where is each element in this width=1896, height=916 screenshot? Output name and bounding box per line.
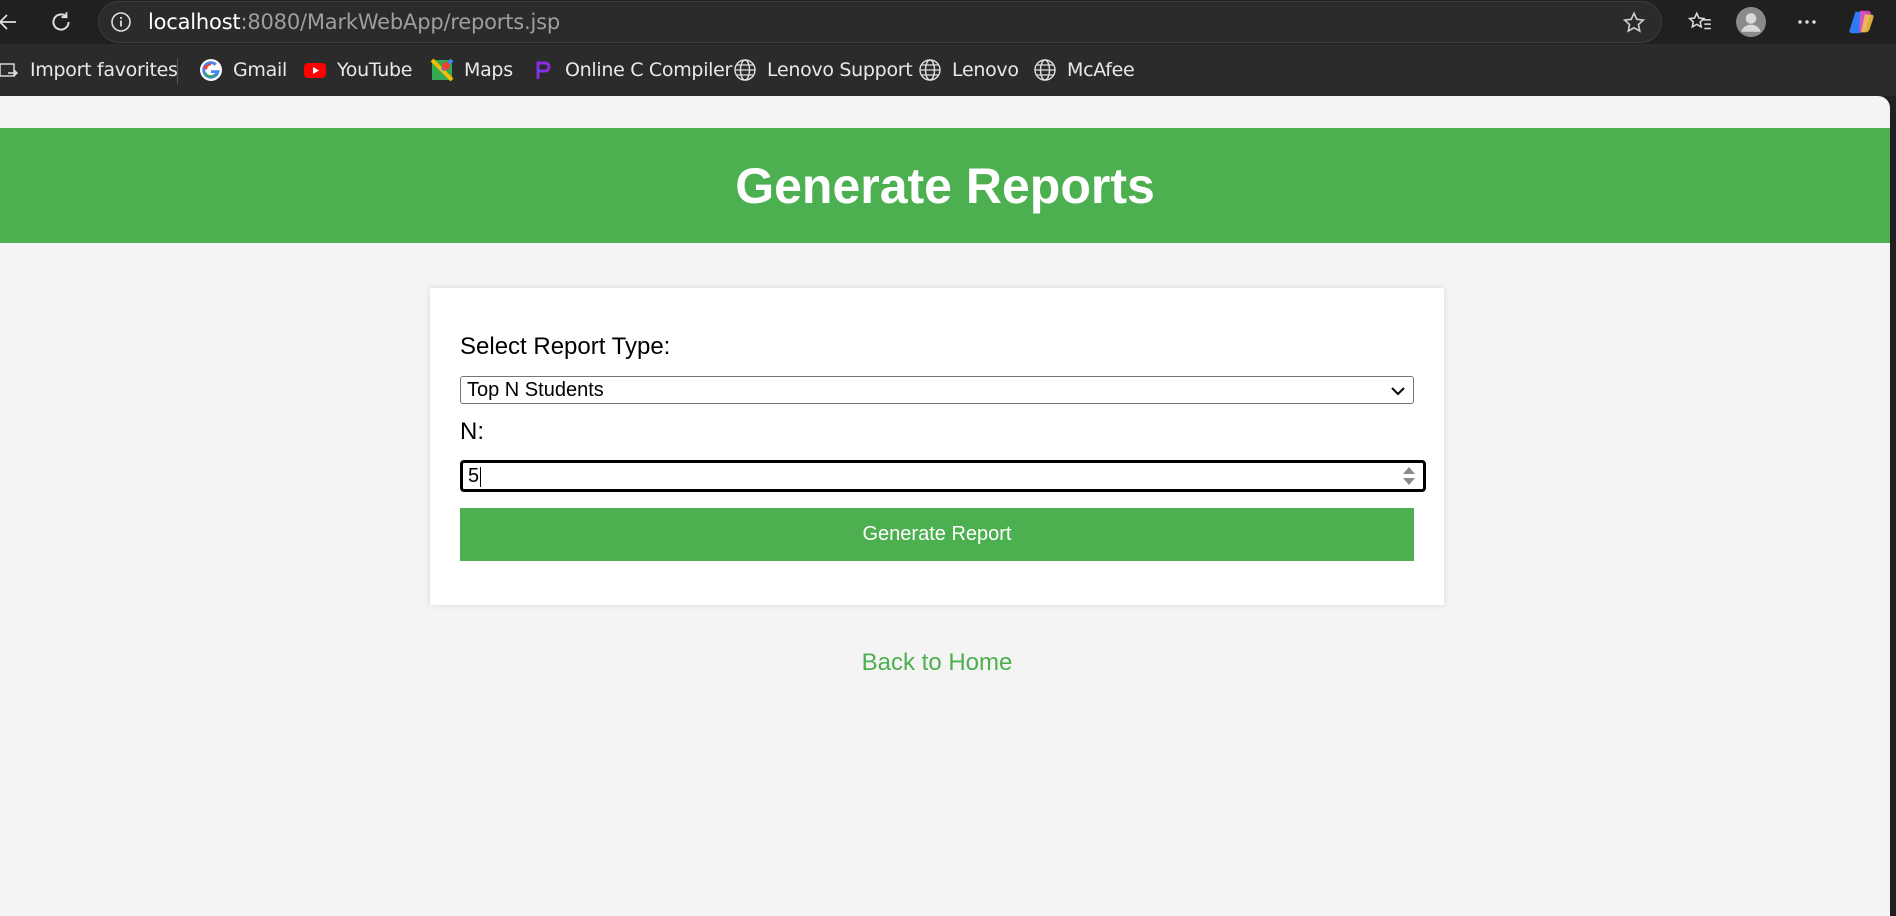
globe-icon: [1033, 58, 1057, 82]
copilot-icon[interactable]: [1847, 7, 1877, 37]
page-header: Generate Reports: [0, 128, 1890, 243]
site-info-icon[interactable]: [110, 11, 132, 33]
n-input[interactable]: 5: [460, 460, 1426, 492]
bookmark-youtube[interactable]: YouTube: [303, 56, 412, 84]
n-label: N:: [460, 418, 484, 445]
more-icon[interactable]: [1792, 7, 1822, 37]
url-text: localhost:8080/MarkWebApp/reports.jsp: [148, 10, 560, 34]
report-form-card: Select Report Type: Top N Students N: 5 …: [430, 288, 1444, 605]
compiler-icon: [531, 58, 555, 82]
report-type-select[interactable]: Top N Students: [460, 376, 1414, 404]
report-type-label: Select Report Type:: [460, 333, 671, 360]
page-viewport: Generate Reports Select Report Type: Top…: [0, 96, 1890, 916]
bookmark-separator: [177, 58, 178, 84]
import-icon: [0, 58, 20, 82]
globe-icon: [918, 58, 942, 82]
bookmark-maps[interactable]: Maps: [430, 56, 513, 84]
maps-icon: [430, 58, 454, 82]
text-caret: [480, 466, 482, 487]
google-icon: [199, 58, 223, 82]
browser-toolbar: localhost:8080/MarkWebApp/reports.jsp: [0, 0, 1896, 44]
bookmark-lenovo[interactable]: Lenovo: [918, 56, 1019, 84]
generate-report-button[interactable]: Generate Report: [460, 508, 1414, 561]
chevron-down-icon: [1389, 381, 1407, 407]
globe-icon: [733, 58, 757, 82]
bookmark-lenovo-support[interactable]: Lenovo Support: [733, 56, 913, 84]
number-spinner[interactable]: [1401, 464, 1417, 488]
favorites-icon[interactable]: [1685, 7, 1715, 37]
bookmark-online-c-compiler[interactable]: Online C Compiler: [531, 56, 732, 84]
favorite-star-icon[interactable]: [1621, 10, 1647, 36]
bookmarks-bar: Import favorites Gmail YouTube Maps Onli…: [0, 44, 1896, 96]
youtube-icon: [303, 58, 327, 82]
refresh-icon[interactable]: [47, 8, 75, 36]
bookmark-gmail[interactable]: Gmail: [199, 56, 287, 84]
back-to-home-link[interactable]: Back to Home: [0, 649, 1874, 677]
n-value: 5: [468, 465, 480, 487]
page-title: Generate Reports: [735, 157, 1155, 214]
bookmark-import-favorites[interactable]: Import favorites: [0, 56, 178, 84]
bookmark-mcafee[interactable]: McAfee: [1033, 56, 1135, 84]
report-type-value: Top N Students: [467, 379, 604, 401]
profile-icon[interactable]: [1736, 7, 1766, 37]
back-arrow-icon[interactable]: [0, 8, 22, 36]
